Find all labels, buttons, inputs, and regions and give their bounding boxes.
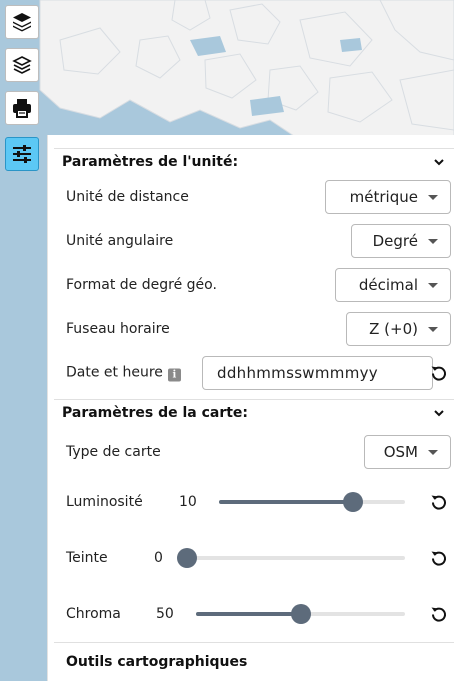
datetime-format-input[interactable] bbox=[202, 356, 433, 390]
chroma-slider-fill bbox=[196, 612, 301, 616]
hue-slider-thumb[interactable] bbox=[177, 548, 197, 568]
timezone-row: Fuseau horaire Z (+0) bbox=[54, 311, 454, 347]
reset-icon[interactable] bbox=[430, 493, 448, 511]
layers-outline-icon bbox=[12, 56, 32, 74]
chroma-label: Chroma bbox=[66, 606, 121, 622]
unit-settings-header[interactable]: Paramètres de l'unité: bbox=[54, 148, 454, 174]
chroma-row: Chroma 50 bbox=[54, 596, 454, 632]
distance-unit-value: métrique bbox=[349, 188, 418, 206]
chevron-down-icon[interactable] bbox=[432, 155, 446, 169]
map-type-value: OSM bbox=[383, 443, 418, 461]
settings-button[interactable] bbox=[5, 137, 39, 171]
angular-unit-row: Unité angulaire Degré bbox=[54, 223, 454, 259]
chroma-value: 50 bbox=[156, 606, 174, 622]
timezone-select[interactable]: Z (+0) bbox=[346, 312, 451, 346]
hue-label: Teinte bbox=[66, 550, 108, 566]
timezone-value: Z (+0) bbox=[369, 320, 418, 338]
hue-row: Teinte 0 bbox=[54, 540, 454, 576]
info-icon[interactable]: i bbox=[167, 368, 181, 382]
caret-down-icon bbox=[428, 194, 438, 200]
layers-button[interactable] bbox=[5, 5, 39, 39]
brightness-slider-thumb[interactable] bbox=[342, 492, 363, 512]
distance-unit-label: Unité de distance bbox=[66, 189, 189, 205]
map-type-select[interactable]: OSM bbox=[364, 435, 451, 469]
timezone-label: Fuseau horaire bbox=[66, 321, 170, 337]
hue-slider[interactable] bbox=[177, 548, 405, 568]
caret-down-icon bbox=[428, 282, 438, 288]
sliders-icon bbox=[13, 145, 31, 163]
brightness-value: 10 bbox=[179, 494, 197, 510]
chroma-slider-thumb[interactable] bbox=[290, 604, 311, 624]
geo-format-label: Format de degré géo. bbox=[66, 277, 217, 293]
map-tools-section-title[interactable]: Outils cartographiques bbox=[54, 642, 454, 680]
angular-unit-value: Degré bbox=[372, 232, 418, 250]
map-settings-title: Paramètres de la carte: bbox=[62, 404, 249, 421]
caret-down-icon bbox=[428, 238, 438, 244]
distance-unit-row: Unité de distance métrique bbox=[54, 179, 454, 215]
print-icon bbox=[13, 99, 31, 118]
angular-unit-label: Unité angulaire bbox=[66, 233, 174, 249]
hue-value: 0 bbox=[154, 550, 163, 566]
unit-settings-title: Paramètres de l'unité: bbox=[62, 153, 239, 170]
caret-down-icon bbox=[428, 449, 438, 455]
geo-format-row: Format de degré géo. décimal bbox=[54, 267, 454, 303]
brightness-row: Luminosité 10 bbox=[54, 484, 454, 520]
print-button[interactable] bbox=[5, 91, 39, 125]
layers-icon bbox=[13, 13, 31, 32]
chevron-down-icon[interactable] bbox=[432, 406, 446, 420]
map-settings-header[interactable]: Paramètres de la carte: bbox=[54, 399, 454, 425]
caret-down-icon bbox=[428, 326, 438, 332]
settings-panel: Paramètres de l'unité: Unité de distance… bbox=[47, 135, 454, 681]
geo-format-value: décimal bbox=[358, 276, 418, 294]
brightness-slider[interactable] bbox=[219, 492, 405, 512]
brightness-label: Luminosité bbox=[66, 494, 143, 510]
datetime-row: Date et heure i bbox=[54, 355, 454, 391]
overlay-layers-button[interactable] bbox=[5, 48, 39, 82]
angular-unit-select[interactable]: Degré bbox=[351, 224, 451, 258]
brightness-slider-fill bbox=[219, 500, 353, 504]
datetime-label: Date et heure i bbox=[66, 365, 181, 382]
geo-format-select[interactable]: décimal bbox=[335, 268, 451, 302]
datetime-label-text: Date et heure bbox=[66, 364, 163, 381]
reset-icon[interactable] bbox=[430, 605, 448, 623]
chroma-slider[interactable] bbox=[196, 604, 405, 624]
map-type-label: Type de carte bbox=[66, 444, 161, 460]
reset-icon[interactable] bbox=[430, 364, 448, 382]
reset-icon[interactable] bbox=[430, 549, 448, 567]
distance-unit-select[interactable]: métrique bbox=[325, 180, 451, 214]
map-type-row: Type de carte OSM bbox=[54, 434, 454, 470]
